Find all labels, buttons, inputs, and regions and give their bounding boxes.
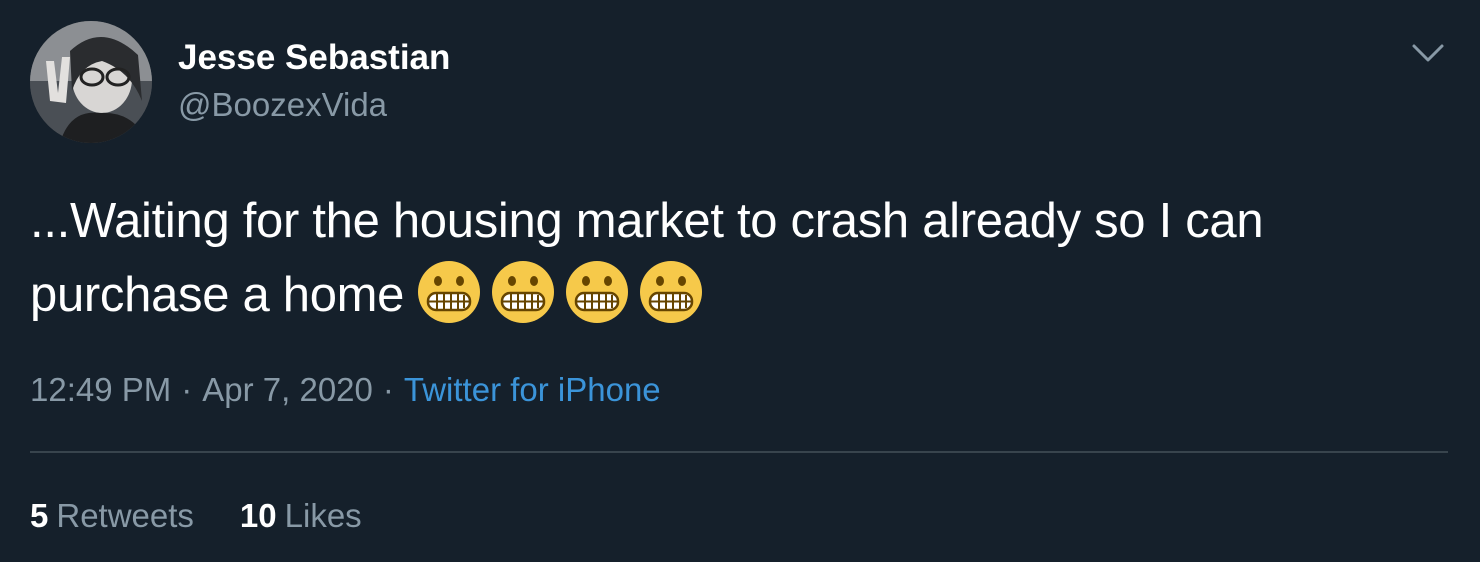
tweet-source-link[interactable]: Twitter for iPhone — [404, 371, 661, 408]
author-handle[interactable]: @BoozexVida — [178, 85, 387, 125]
tweet-date[interactable]: Apr 7, 2020 — [202, 371, 373, 408]
tweet-text-line-2: purchase a home — [30, 258, 1460, 332]
avatar-photo — [30, 21, 152, 143]
retweets-label: Retweets — [56, 497, 194, 534]
divider — [30, 451, 1448, 453]
likes-count: 10 — [239, 497, 277, 534]
meta-separator: · — [181, 371, 193, 408]
tweet-time[interactable]: 12:49 PM — [30, 371, 171, 408]
likes-stat[interactable]: 10 Likes — [240, 496, 362, 536]
tweet-stats: 5 Retweets 10 Likes — [30, 496, 362, 536]
grimacing-face-icon — [640, 261, 703, 323]
tweet-text: ...Waiting for the housing market to cra… — [30, 184, 1460, 332]
likes-label: Likes — [284, 497, 362, 534]
author-name[interactable]: Jesse Sebastian — [178, 38, 450, 78]
grimacing-face-icon — [418, 261, 481, 323]
retweets-count: 5 — [30, 497, 49, 534]
retweets-stat[interactable]: 5 Retweets — [30, 496, 194, 536]
grimacing-face-icon — [566, 261, 629, 323]
tweet-text-line-1: ...Waiting for the housing market to cra… — [30, 194, 1264, 248]
tweet-text-line-2-words: purchase a home — [30, 268, 405, 322]
tweet-meta: 12:49 PM · Apr 7, 2020 · Twitter for iPhone — [30, 370, 661, 410]
tweet-card: Jesse Sebastian @BoozexVida ...Waiting f… — [0, 0, 1480, 562]
chevron-down-icon[interactable] — [1408, 36, 1448, 70]
avatar[interactable] — [30, 21, 152, 143]
grimacing-face-icon — [492, 261, 555, 323]
meta-separator: · — [382, 371, 394, 408]
